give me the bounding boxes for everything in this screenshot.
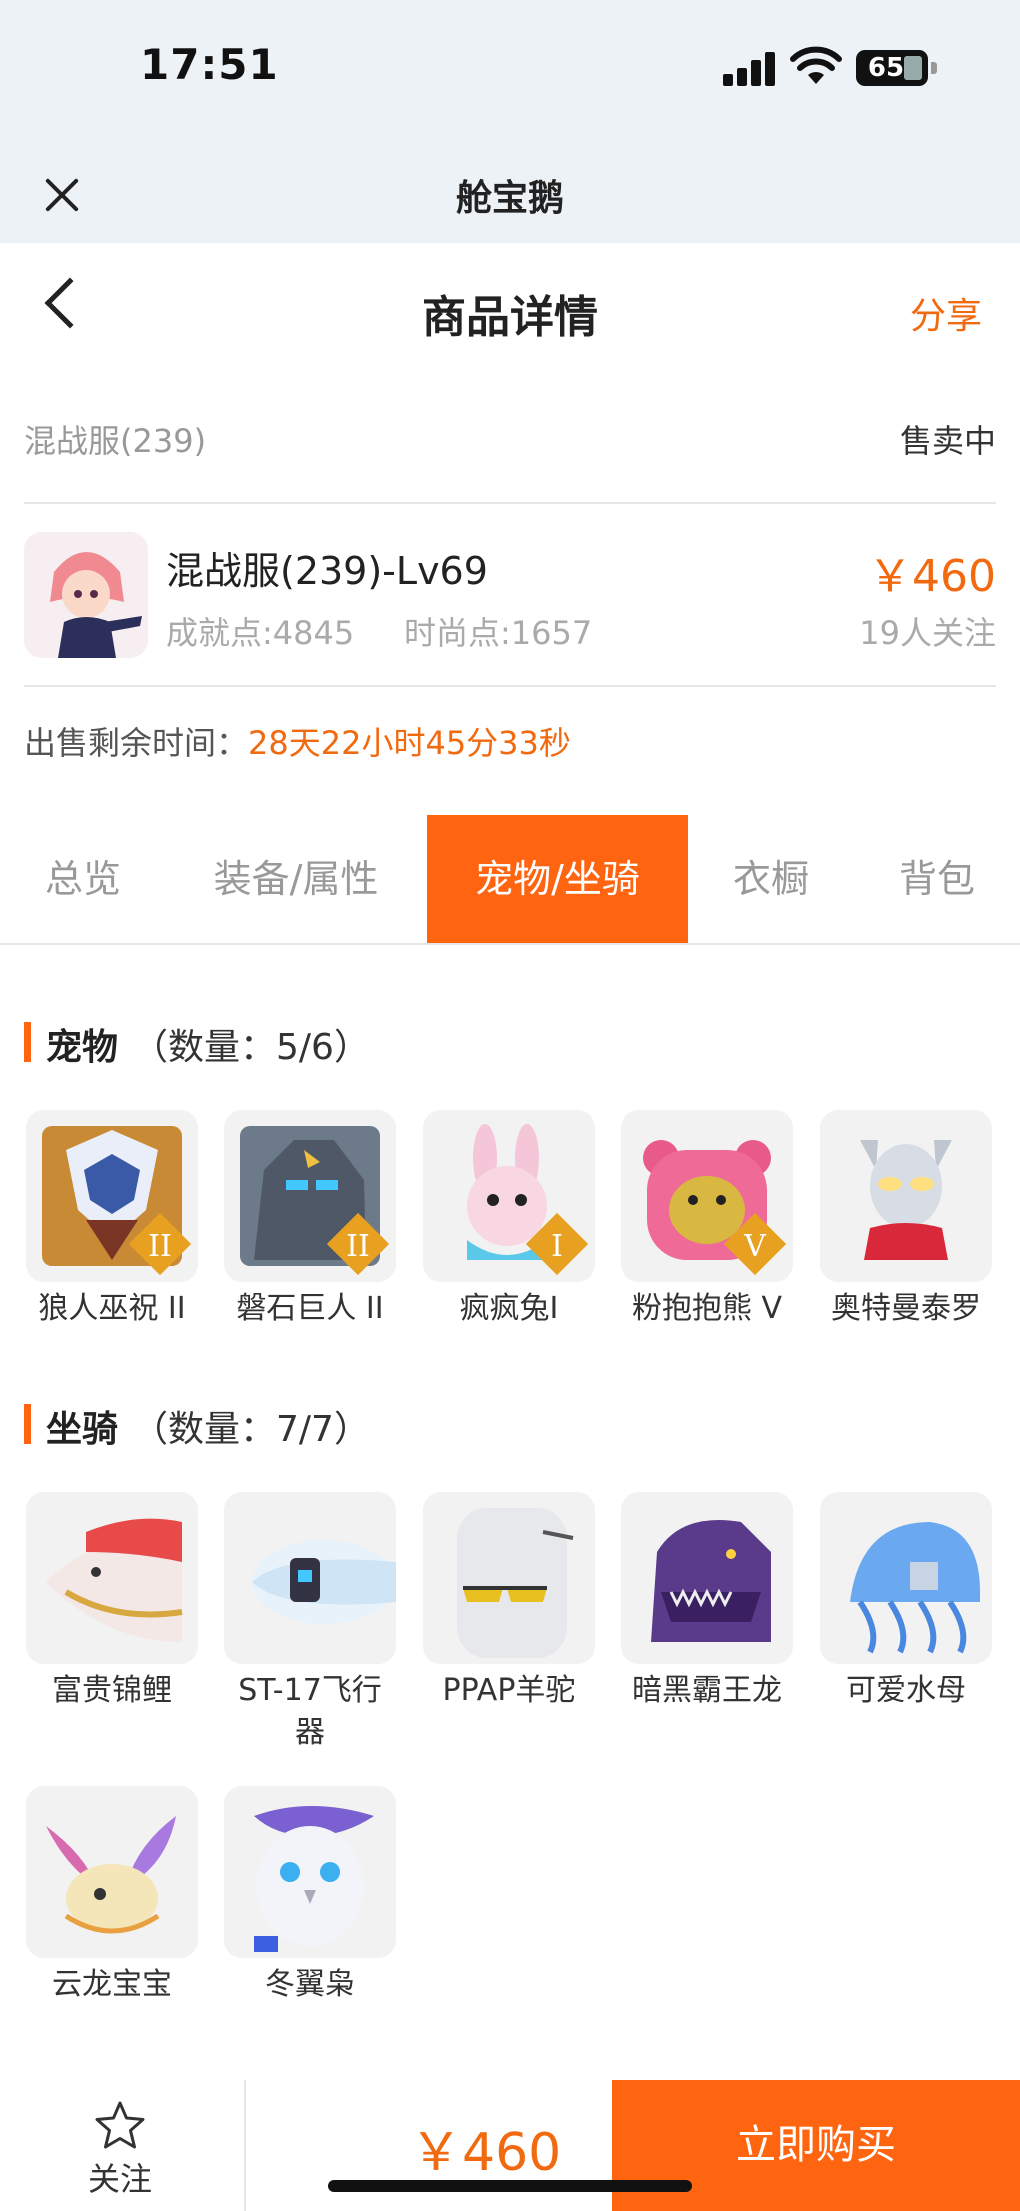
star-icon (95, 2101, 145, 2149)
mount-item[interactable]: PPAP羊驼 (423, 1492, 595, 1712)
winter-owl-icon (224, 1786, 396, 1958)
mount-item[interactable]: 可爱水母 (820, 1492, 992, 1712)
battery-icon: 65 (856, 50, 937, 86)
tab-bar: 总览 装备/属性 宠物/坐骑 衣橱 背包 (0, 815, 1020, 945)
mount-name: 暗黑霸王龙 (632, 1673, 782, 1708)
mount-name: PPAP羊驼 (442, 1673, 576, 1708)
pet-item[interactable]: I 疯疯兔I (423, 1110, 595, 1330)
mount-item[interactable]: 富贵锦鲤 (26, 1492, 198, 1712)
tab-wardrobe[interactable]: 衣橱 (688, 815, 854, 943)
alpaca-icon (423, 1492, 595, 1664)
cellular-signal-icon (723, 52, 777, 86)
share-button[interactable]: 分享 (910, 287, 982, 339)
pet-item[interactable]: V 粉抱抱熊 V (621, 1110, 793, 1330)
svg-text:II: II (346, 1229, 370, 1264)
server-name: 混战服(239) (24, 422, 207, 460)
battery-level: 65 (867, 53, 905, 83)
follow-label: 关注 (87, 2160, 152, 2198)
svg-text:II: II (148, 1229, 172, 1264)
svg-text:V: V (743, 1229, 767, 1264)
jellyfish-icon (820, 1492, 992, 1664)
tab-pets-mounts[interactable]: 宠物/坐骑 (427, 815, 688, 943)
pets-count: （数量：5/6） (132, 1027, 370, 1068)
pets-section-title: 宠物 (46, 1027, 119, 1068)
mount-name: 可爱水母 (846, 1673, 966, 1708)
rock-giant-icon: II (224, 1110, 396, 1282)
miniapp-title: 舱宝鹅 (455, 178, 564, 219)
mount-item[interactable]: 云龙宝宝 (26, 1786, 198, 2006)
divider (24, 502, 996, 504)
miniapp-header: 舱宝鹅 (0, 155, 1020, 243)
pet-item[interactable]: 奥特曼泰罗 (820, 1110, 992, 1330)
mounts-count: （数量：7/7） (132, 1409, 370, 1450)
remaining-time: 出售剩余时间：28天22小时45分33秒 (24, 718, 571, 764)
pet-name: 狼人巫祝 II (38, 1291, 186, 1326)
mount-name: ST-17飞行器 (238, 1673, 382, 1750)
divider (24, 685, 996, 687)
status-badge: 售卖中 (899, 422, 996, 460)
bottom-price: ￥460 (410, 2123, 562, 2183)
mount-name: 云龙宝宝 (52, 1967, 172, 2002)
crazy-rabbit-icon: I (423, 1110, 595, 1282)
pet-item[interactable]: II 狼人巫祝 II (26, 1110, 198, 1330)
svg-text:I: I (551, 1229, 563, 1264)
ultraman-taro-icon (820, 1110, 992, 1282)
pet-name: 磐石巨人 II (236, 1291, 384, 1326)
tab-overview[interactable]: 总览 (0, 815, 166, 943)
product-price: ￥460 (868, 551, 996, 602)
achievement-points: 成就点:4845 (166, 614, 355, 652)
mount-name: 冬翼枭 (265, 1967, 355, 2002)
koi-fish-icon (26, 1492, 198, 1664)
pink-hug-bear-icon: V (621, 1110, 793, 1282)
status-time: 17:51 (140, 40, 279, 89)
aircraft-icon (224, 1492, 396, 1664)
pet-name: 奥特曼泰罗 (831, 1291, 981, 1326)
pet-name: 疯疯兔I (459, 1291, 559, 1326)
tab-backpack[interactable]: 背包 (854, 815, 1020, 943)
cloud-dragon-icon (26, 1786, 198, 1958)
mount-item[interactable]: ST-17飞行器 (224, 1492, 396, 1754)
status-bar: 17:51 65 (0, 0, 1020, 155)
home-indicator[interactable] (328, 2180, 692, 2192)
t-rex-icon (621, 1492, 793, 1664)
follower-count: 19人关注 (859, 614, 996, 652)
product-title: 混战服(239)-Lv69 (166, 549, 488, 593)
page-title: 商品详情 (422, 292, 598, 343)
mounts-section-title: 坐骑 (46, 1409, 119, 1450)
product-summary: 混战服(239)-Lv69 成就点:4845 时尚点:1657 ￥460 19人… (24, 530, 996, 660)
wifi-icon (790, 46, 842, 84)
divider (244, 2080, 246, 2211)
mount-item[interactable]: 暗黑霸王龙 (621, 1492, 793, 1712)
remaining-time-label: 出售剩余时间： (24, 724, 249, 762)
werewolf-shaman-icon: II (26, 1110, 198, 1282)
mount-name: 富贵锦鲤 (52, 1673, 172, 1708)
pet-item[interactable]: II 磐石巨人 II (224, 1110, 396, 1330)
remaining-time-value: 28天22小时45分33秒 (248, 724, 571, 762)
nav-bar: 商品详情 分享 (0, 243, 1020, 378)
server-row: 混战服(239) 售卖中 (24, 410, 996, 470)
pet-name: 粉抱抱熊 V (631, 1291, 783, 1326)
tab-equipment[interactable]: 装备/属性 (166, 815, 426, 943)
follow-button[interactable]: 关注 (80, 2100, 160, 2200)
character-avatar (24, 532, 148, 658)
fashion-points: 时尚点:1657 (404, 614, 593, 652)
mount-item[interactable]: 冬翼枭 (224, 1786, 396, 2006)
